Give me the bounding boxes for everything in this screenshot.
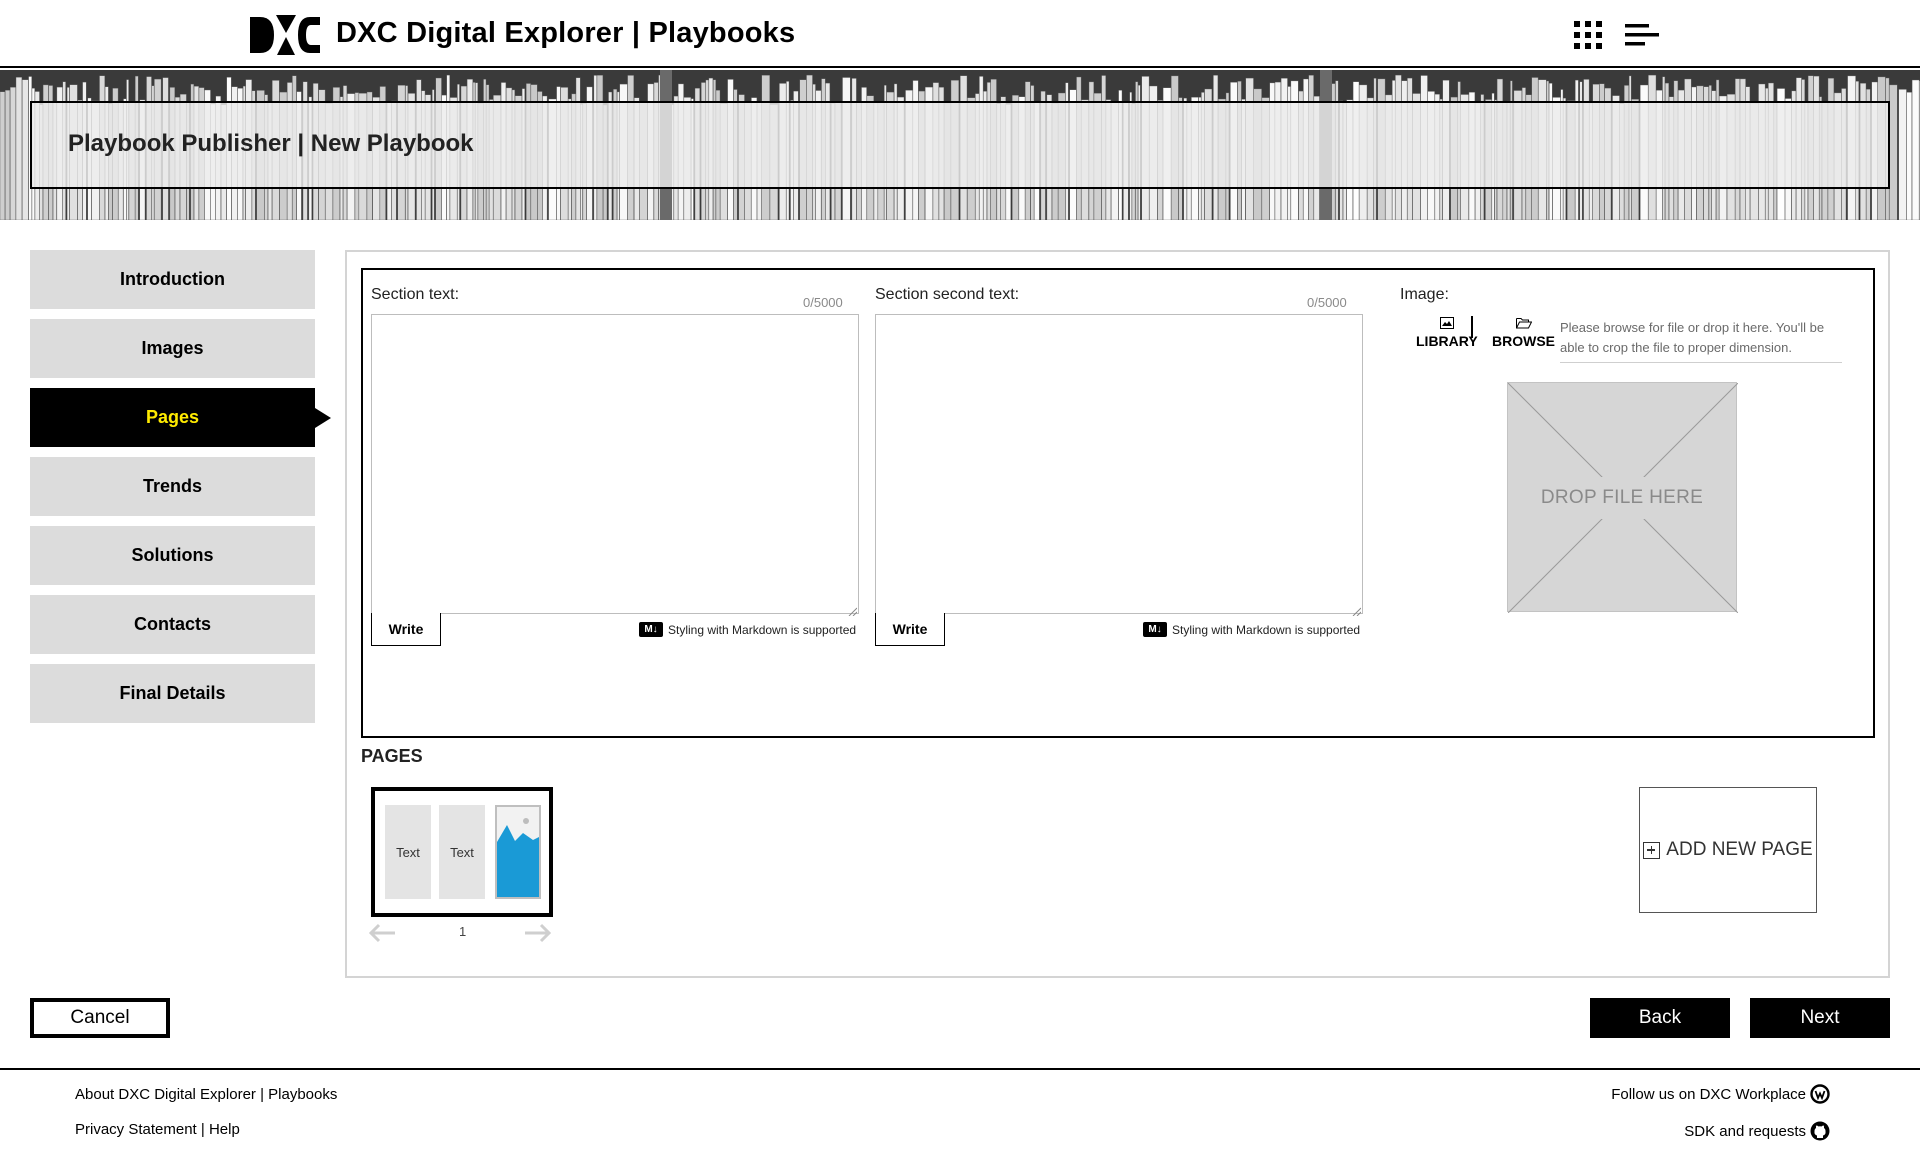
section-second-text-counter: 0/5000 [1307,295,1347,310]
previous-page-arrow-icon[interactable] [367,922,397,944]
section-second-text-label: Section second text: [875,286,1020,303]
mountain-image-icon [497,818,539,897]
markdown-note-text: Styling with Markdown is supported [668,622,857,637]
sidebar-item-final-details[interactable]: Final Details [30,664,315,723]
tab-divider [1471,316,1473,338]
add-new-page-label: ADD NEW PAGE [1666,839,1813,860]
section-text-input[interactable] [371,314,859,614]
folder-open-icon [1515,318,1532,329]
section-text-label: Section text: [371,286,460,303]
section-text-write-tab[interactable]: Write [371,613,441,646]
app-title[interactable]: DXC Digital Explorer | Playbooks [336,17,795,50]
dxc-logo-icon[interactable] [250,13,322,57]
back-button[interactable]: Back [1590,998,1730,1038]
sidebar-item-label: Pages [145,407,200,427]
top-header: DXC Digital Explorer | Playbooks [0,0,1920,68]
resize-handle-icon[interactable] [847,606,857,616]
library-label: LIBRARY [1416,333,1478,349]
dropzone-label: DROP FILE HERE [1540,487,1704,508]
image-dropzone[interactable]: DROP FILE HERE [1507,382,1738,613]
sdk-label: SDK and requests [1684,1122,1806,1140]
github-icon [1810,1121,1830,1141]
sidebar-item-label: Contacts [133,614,211,634]
page-thumbnail[interactable]: Text Text [371,787,553,917]
next-page-arrow-icon[interactable] [523,922,553,944]
section-second-text-markdown-note: M↓ Styling with Markdown is supported [1143,622,1360,637]
markdown-icon: M↓ [639,622,663,637]
browse-label: BROWSE [1492,333,1555,349]
page-title: Playbook Publisher | New Playbook [68,130,474,157]
sidebar-item-trends[interactable]: Trends [30,457,315,516]
browse-hint-text: Please browse for file or drop it here. … [1560,318,1842,363]
add-new-page-button[interactable]: ADD NEW PAGE [1639,787,1817,913]
page-number: 1 [459,924,467,939]
cancel-button[interactable]: Cancel [30,998,170,1038]
sidebar-item-label: Final Details [119,683,226,703]
thumbnail-text-column: Text [439,805,485,899]
sidebar-item-images[interactable]: Images [30,319,315,378]
follow-workplace-link[interactable]: Follow us on DXC Workplace [1611,1084,1830,1104]
sidebar-item-contacts[interactable]: Contacts [30,595,315,654]
browse-tab[interactable]: BROWSE [1492,316,1555,349]
sdk-requests-link[interactable]: SDK and requests [1684,1121,1830,1141]
apps-grid-icon[interactable] [1574,21,1602,49]
pages-heading: PAGES [361,746,423,766]
section-second-text-input[interactable] [875,314,1363,614]
sidebar-item-introduction[interactable]: Introduction [30,250,315,309]
about-link[interactable]: About DXC Digital Explorer | Playbooks [75,1086,337,1103]
thumbnail-image [495,805,541,899]
menu-lines-icon[interactable] [1625,23,1661,47]
resize-handle-icon[interactable] [1351,606,1361,616]
banner-title-box: Playbook Publisher | New Playbook [30,101,1890,189]
library-tab[interactable]: LIBRARY [1416,316,1478,349]
markdown-icon: M↓ [1143,622,1167,637]
step-sidebar: Introduction Images Pages Trends Solutio… [30,250,331,733]
image-icon [1439,317,1454,329]
page-editor-box: Section text: 0/5000 Write M↓ Styling wi… [361,268,1875,738]
plus-square-icon [1643,841,1661,859]
section-second-text-write-tab[interactable]: Write [875,613,945,646]
sidebar-item-label: Trends [142,476,203,496]
sidebar-item-label: Solutions [131,545,214,565]
next-button[interactable]: Next [1750,998,1890,1038]
sidebar-item-label: Images [141,338,204,358]
sidebar-item-solutions[interactable]: Solutions [30,526,315,585]
workplace-icon [1810,1084,1830,1104]
section-text-counter: 0/5000 [803,295,843,310]
markdown-note-text: Styling with Markdown is supported [1172,622,1361,637]
thumbnail-text-column: Text [385,805,431,899]
page-banner: Playbook Publisher | New Playbook [0,70,1920,220]
follow-label: Follow us on DXC Workplace [1611,1085,1806,1103]
sidebar-item-label: Introduction [120,269,225,289]
pages-editor-panel: Section text: 0/5000 Write M↓ Styling wi… [345,250,1890,978]
section-text-markdown-note: M↓ Styling with Markdown is supported [639,622,856,637]
page-footer: About DXC Digital Explorer | Playbooks P… [0,1068,1920,1153]
image-label: Image: [1400,286,1449,303]
privacy-help-link[interactable]: Privacy Statement | Help [75,1121,240,1138]
sidebar-item-pages[interactable]: Pages [30,388,331,447]
